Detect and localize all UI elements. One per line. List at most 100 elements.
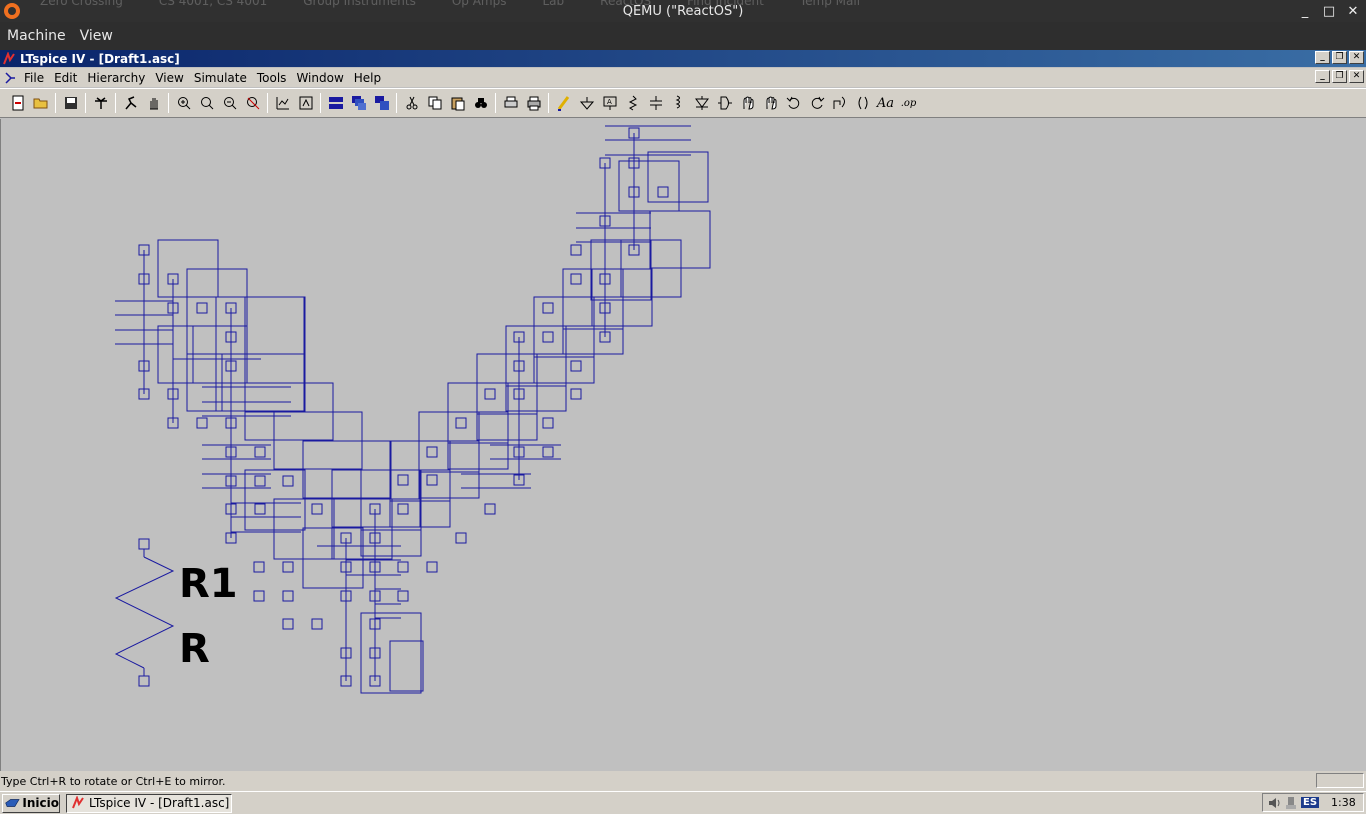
run-button[interactable]	[119, 92, 142, 114]
spice-directive-icon: .op	[900, 97, 917, 109]
doc-minimize-button[interactable]: _	[1315, 70, 1330, 83]
mirror-button[interactable]	[851, 92, 874, 114]
ground-button[interactable]	[575, 92, 598, 114]
pin-square	[282, 561, 294, 573]
safely-remove-icon[interactable]	[1285, 796, 1297, 810]
menu-tools[interactable]: Tools	[252, 71, 292, 85]
rotate-icon	[833, 96, 845, 109]
pan-button[interactable]	[142, 92, 165, 114]
qemu-close-button[interactable]: ✕	[1346, 4, 1360, 19]
menu-file[interactable]: File	[19, 71, 49, 85]
ghost-outline	[244, 469, 306, 531]
diode-icon	[694, 96, 709, 110]
resistor-button[interactable]	[621, 92, 644, 114]
doc-restore-button[interactable]: ❐	[1332, 70, 1347, 83]
pin-square	[455, 417, 467, 429]
find-button[interactable]	[469, 92, 492, 114]
toolbar-separator	[85, 93, 86, 113]
doc-close-button[interactable]: ✕	[1349, 70, 1364, 83]
rotate-button[interactable]	[828, 92, 851, 114]
lt-restore-button[interactable]: ❐	[1332, 51, 1347, 64]
wire-button[interactable]	[552, 92, 575, 114]
lt-close-button[interactable]: ✕	[1349, 51, 1364, 64]
paste-button[interactable]	[446, 92, 469, 114]
qemu-menu-view[interactable]: View	[73, 28, 120, 44]
resistor-name-label[interactable]: R1	[179, 561, 238, 607]
tile-horizontal-button[interactable]	[324, 92, 347, 114]
ghost-outline	[418, 411, 480, 473]
new-schematic-button[interactable]	[6, 92, 29, 114]
print-setup-button[interactable]	[499, 92, 522, 114]
svg-text:A: A	[607, 98, 612, 106]
qemu-menubar: Machine View	[0, 22, 1366, 50]
qemu-titlebar: Zero Crossing CS 4001, CS 4001 Group Instr…	[0, 0, 1366, 22]
redo-button[interactable]	[805, 92, 828, 114]
move-icon	[743, 96, 753, 110]
zoom-cancel-button[interactable]	[241, 92, 264, 114]
cascade-button[interactable]	[347, 92, 370, 114]
zoom-in-button[interactable]	[172, 92, 195, 114]
copy-icon	[428, 96, 441, 110]
document-icon[interactable]	[3, 71, 17, 85]
save-button[interactable]	[59, 92, 82, 114]
taskbar-item-ltspice[interactable]: LTspice IV - [Draft1.asc]	[66, 793, 232, 813]
pin-square	[542, 302, 554, 314]
status-text: Type Ctrl+R to rotate or Ctrl+E to mirro…	[1, 774, 226, 788]
background-tab: Lab	[542, 0, 565, 8]
cut-button[interactable]	[400, 92, 423, 114]
schematic-canvas[interactable]: R1 R	[0, 119, 1366, 781]
pin-square	[253, 561, 265, 573]
qemu-menu-machine[interactable]: Machine	[0, 28, 73, 44]
spice-directive-button[interactable]: .op	[897, 92, 920, 114]
run-icon	[124, 96, 136, 110]
menu-help[interactable]: Help	[349, 71, 386, 85]
zoom-out-button[interactable]	[218, 92, 241, 114]
control-panel-button[interactable]	[89, 92, 112, 114]
menu-simulate[interactable]: Simulate	[189, 71, 252, 85]
component-button[interactable]	[713, 92, 736, 114]
mirror-icon	[858, 96, 867, 110]
qemu-minimize-button[interactable]: _	[1298, 4, 1312, 19]
fit-button[interactable]	[294, 92, 317, 114]
autorange-button[interactable]	[271, 92, 294, 114]
diode-button[interactable]	[690, 92, 713, 114]
pin-square	[542, 331, 554, 343]
language-indicator[interactable]: ES	[1301, 797, 1320, 808]
resistor-pin-top[interactable]	[138, 538, 150, 550]
taskbar-item-label: LTspice IV - [Draft1.asc]	[89, 796, 230, 810]
drag-button[interactable]	[759, 92, 782, 114]
tile-vertical-icon	[374, 96, 389, 110]
open-button[interactable]	[29, 92, 52, 114]
resistor-value-label[interactable]: R	[179, 626, 210, 672]
ghost-outline	[302, 527, 364, 589]
pin-square	[282, 475, 294, 487]
pin-square	[426, 446, 438, 458]
resistor-r1[interactable]: R1 R	[114, 538, 238, 687]
volume-icon[interactable]	[1267, 796, 1281, 810]
menu-window[interactable]: Window	[291, 71, 348, 85]
start-button[interactable]: Inicio	[2, 793, 60, 813]
inductor-button[interactable]	[667, 92, 690, 114]
lt-minimize-button[interactable]: _	[1315, 51, 1330, 64]
tile-vertical-button[interactable]	[370, 92, 393, 114]
taskbar: Inicio LTspice IV - [Draft1.asc] ES 1:38	[0, 791, 1366, 814]
text-button[interactable]: Aa	[874, 92, 897, 114]
qemu-maximize-button[interactable]: □	[1322, 4, 1336, 19]
ground-icon	[579, 97, 594, 110]
zoom-area-button[interactable]	[195, 92, 218, 114]
fit-icon	[299, 96, 312, 110]
print-button[interactable]	[522, 92, 545, 114]
label-net-button[interactable]: A	[598, 92, 621, 114]
move-button[interactable]	[736, 92, 759, 114]
copy-button[interactable]	[423, 92, 446, 114]
menu-hierarchy[interactable]: Hierarchy	[82, 71, 150, 85]
pin-square	[196, 302, 208, 314]
undo-button[interactable]	[782, 92, 805, 114]
menu-view[interactable]: View	[150, 71, 188, 85]
clock[interactable]: 1:38	[1331, 796, 1356, 809]
resistor-pin-bottom[interactable]	[138, 675, 150, 687]
pin-square	[254, 475, 266, 487]
menu-edit[interactable]: Edit	[49, 71, 82, 85]
capacitor-button[interactable]	[644, 92, 667, 114]
schematic-drawing[interactable]: R1 R	[1, 119, 1366, 781]
